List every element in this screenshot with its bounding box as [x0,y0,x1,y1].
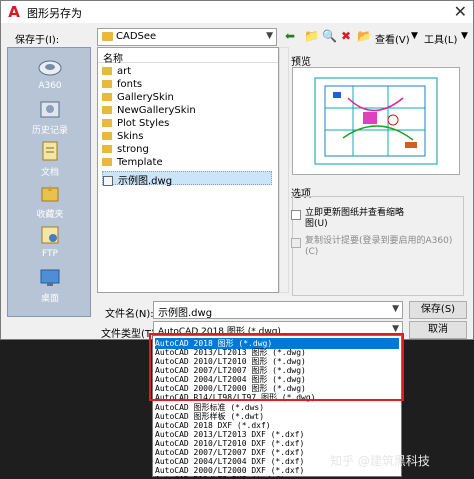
place-documents[interactable]: 文档 [8,140,92,178]
save-in-combo[interactable]: CADSee ▼ [97,28,277,46]
tools-chevron-icon[interactable]: ▼ [461,31,468,41]
file-list[interactable]: 名称 art fonts GallerySkin NewGallerySkin … [97,47,279,293]
list-item-selected[interactable]: 示例图.dwg [102,171,272,187]
close-icon[interactable]: ✕ [454,2,467,21]
folder-icon [102,158,112,166]
dwg-file-icon [103,176,113,186]
watermark: 知乎 @建筑黑科技 [330,454,430,468]
autocad-logo-icon: A [8,3,20,21]
cancel-button[interactable]: 取消 [409,321,467,339]
folder-icon [102,106,112,114]
save-as-dialog: A 图形另存为 ✕ 保存于(I): CADSee ▼ ⬅ 📁 🔍 ✖ 📂 查看(… [0,0,474,340]
save-in-value: CADSee [116,31,157,42]
chevron-down-icon: ▼ [266,31,273,41]
folder-icon [102,67,112,75]
place-a360[interactable]: A360 [8,56,92,91]
copy-design-checkbox[interactable] [291,238,301,248]
delete-icon[interactable]: ✖ [341,29,351,43]
favorites-icon [38,182,62,204]
list-item[interactable]: Template [102,157,163,171]
list-item[interactable]: art [102,66,131,80]
folder-icon [102,80,112,88]
place-desktop[interactable]: 桌面 [8,266,92,304]
place-favorites[interactable]: 收藏夹 [8,182,92,220]
tools-menu[interactable]: 工具(L) [424,31,457,46]
back-icon[interactable]: ⬅ [285,29,295,43]
folder-icon [102,93,112,101]
annotation-highlight-box [149,333,404,401]
save-button[interactable]: 保存(S) [409,301,467,319]
desktop-icon [38,266,62,288]
history-icon [38,98,62,120]
up-folder-icon[interactable]: 📁 [304,29,319,43]
view-menu[interactable]: 查看(V) [375,31,410,46]
list-item[interactable]: GallerySkin [102,92,174,106]
update-thumbnail-label: 立即更新图纸并查看缩略图(U) [305,208,405,229]
list-item[interactable]: Plot Styles [102,118,169,132]
new-folder-icon[interactable]: 📂 [357,29,372,43]
list-item[interactable]: NewGallerySkin [102,105,196,119]
list-item[interactable]: fonts [102,79,142,93]
list-item[interactable]: Skins [102,131,143,145]
drawing-thumbnail-icon [314,77,438,165]
places-bar: A360 历史记录 文档 收藏夹 FTP 桌面 [7,47,91,317]
place-history[interactable]: 历史记录 [8,98,92,136]
list-item[interactable]: strong [102,144,149,158]
folder-icon [102,132,112,140]
copy-design-label: 复制设计提要(登录到要启用的A360)(C) [305,236,453,257]
preview-label: 预览 [291,57,311,68]
view-chevron-icon[interactable]: ▼ [411,31,418,41]
filename-input[interactable]: 示例图.dwg ▼ [153,301,403,319]
ftp-icon [38,224,62,246]
folder-icon [102,32,113,41]
folder-icon [102,119,112,127]
title-bar: A 图形另存为 ✕ [1,1,473,23]
drawing-preview [292,67,460,175]
save-in-label: 保存于(I): [15,35,60,46]
cloud-icon [38,56,62,78]
place-ftp[interactable]: FTP [8,224,92,259]
filetype-option[interactable]: AutoCAD R12/LT2 DXF (*.dxf) [155,474,285,477]
file-list-scrollbar[interactable] [279,47,289,293]
update-thumbnail-checkbox[interactable] [291,210,301,220]
name-column-header[interactable]: 名称 [98,48,278,65]
filename-label: 文件名(N): [105,309,154,320]
window-title: 图形另存为 [27,7,82,20]
search-web-icon[interactable]: 🔍 [322,29,337,43]
folder-icon [102,145,112,153]
documents-icon [38,140,62,162]
chevron-down-icon: ▼ [392,304,399,314]
filename-value: 示例图.dwg [158,308,213,319]
